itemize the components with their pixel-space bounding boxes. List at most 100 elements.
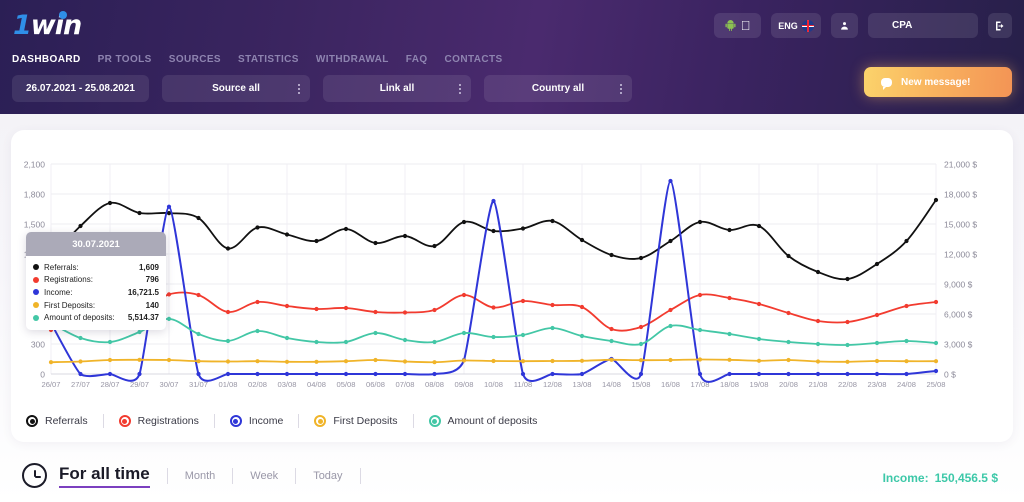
series-color-dot-icon bbox=[33, 302, 39, 309]
legend-marker-icon bbox=[428, 415, 441, 427]
chart-legend: Referrals Registrations Income First Deposi… bbox=[26, 408, 537, 434]
source-filter[interactable]: Source all bbox=[162, 75, 310, 102]
divider bbox=[359, 467, 361, 484]
data-point bbox=[432, 243, 437, 249]
x-axis-tick: 07/08 bbox=[395, 380, 414, 389]
data-point bbox=[432, 360, 437, 365]
data-point bbox=[579, 304, 585, 310]
legend-item-income[interactable]: Income bbox=[229, 415, 283, 427]
logout-button[interactable] bbox=[988, 13, 1012, 38]
country-filter[interactable]: Country all bbox=[484, 75, 632, 102]
data-point bbox=[314, 238, 319, 244]
x-axis-tick: 04/08 bbox=[307, 380, 326, 389]
period-week[interactable]: Week bbox=[250, 470, 278, 482]
data-point bbox=[874, 371, 880, 377]
data-point bbox=[373, 357, 378, 363]
data-point bbox=[668, 178, 673, 184]
legend-divider bbox=[102, 414, 104, 428]
main-nav: DASHBOARD PR TOOLS SOURCES STATISTICS WI… bbox=[12, 54, 503, 65]
data-point bbox=[78, 359, 83, 364]
legend-item-label: Registrations bbox=[137, 415, 199, 427]
nav-item-contacts[interactable]: CONTACTS bbox=[445, 54, 503, 65]
data-point bbox=[520, 226, 526, 231]
legend-marker-icon bbox=[26, 415, 38, 427]
legend-marker-icon bbox=[229, 415, 242, 427]
x-axis-tick: 23/08 bbox=[867, 380, 886, 389]
data-point bbox=[166, 316, 172, 321]
header-actions:  ENG CPA bbox=[714, 13, 1012, 38]
nav-item-faq[interactable]: FAQ bbox=[406, 54, 428, 65]
data-point bbox=[697, 219, 703, 225]
x-axis-tick: 13/08 bbox=[572, 380, 591, 389]
y-axis-right-tick: 21,000 $ bbox=[944, 160, 977, 170]
data-point bbox=[225, 371, 231, 377]
nav-item-withdrawal[interactable]: WITHDRAWAL bbox=[316, 54, 389, 65]
x-axis-tick: 09/08 bbox=[454, 380, 473, 389]
tooltip-row-value: 5,514.37 bbox=[127, 313, 159, 323]
legend-item-referrals[interactable]: Referrals bbox=[26, 415, 88, 427]
data-point bbox=[520, 332, 526, 338]
tooltip-row-label: Amount of deposits: bbox=[44, 313, 115, 323]
data-point bbox=[697, 292, 703, 298]
data-point bbox=[491, 305, 496, 310]
logo-word: win bbox=[30, 10, 82, 41]
app-download-button[interactable]:  bbox=[714, 13, 761, 38]
legend-item-amount-of-deposits[interactable]: Amount of deposits bbox=[428, 415, 537, 427]
data-point bbox=[196, 359, 201, 364]
data-point bbox=[343, 371, 349, 377]
nav-item-dashboard[interactable]: DASHBOARD bbox=[12, 54, 81, 65]
account-type-select[interactable]: CPA bbox=[868, 13, 978, 38]
source-filter-value: Source all bbox=[212, 83, 260, 94]
data-point bbox=[343, 339, 349, 345]
data-point bbox=[638, 341, 644, 347]
new-message-button[interactable]: New message! bbox=[864, 67, 1012, 97]
data-point bbox=[402, 371, 408, 377]
data-point bbox=[432, 339, 437, 345]
period-today[interactable]: Today bbox=[313, 470, 342, 482]
nav-item-sources[interactable]: SOURCES bbox=[169, 54, 221, 65]
data-point bbox=[107, 371, 113, 377]
series-line bbox=[50, 317, 937, 346]
period-for-all-time[interactable]: For all time bbox=[59, 464, 150, 488]
legend-item-registrations[interactable]: Registrations bbox=[118, 415, 199, 427]
data-point bbox=[727, 357, 732, 362]
legend-item-first-deposits[interactable]: First Deposits bbox=[314, 415, 398, 427]
clock-icon bbox=[22, 463, 47, 488]
period-controls: For all time Month Week Today bbox=[22, 463, 378, 488]
data-point bbox=[196, 292, 201, 298]
date-range-filter[interactable]: 26.07.2021 - 25.08.2021 bbox=[12, 75, 149, 102]
tooltip-row: Registrations: 796 bbox=[33, 274, 159, 287]
x-axis-tick: 24/08 bbox=[897, 380, 916, 389]
brand-logo[interactable]: 1win bbox=[13, 10, 93, 42]
series-registrations bbox=[48, 291, 939, 333]
y-axis-left-tick: 1,500 bbox=[24, 220, 46, 230]
income-label: Income: bbox=[882, 471, 929, 485]
more-options-icon bbox=[620, 83, 622, 94]
nav-item-pr-tools[interactable]: PR TOOLS bbox=[98, 54, 152, 65]
data-point bbox=[904, 359, 909, 364]
data-point bbox=[904, 238, 909, 244]
user-avatar-button[interactable] bbox=[831, 13, 858, 38]
legend-divider bbox=[298, 414, 300, 428]
site-header: 1win DASHBOARD PR TOOLS SOURCES STATISTI… bbox=[0, 0, 1024, 114]
exit-icon bbox=[996, 21, 1004, 30]
language-value: ENG bbox=[778, 20, 798, 31]
series-color-dot-icon bbox=[33, 264, 39, 271]
data-point bbox=[697, 357, 703, 362]
data-point bbox=[225, 309, 231, 315]
total-income: Income: 150,456.5 $ bbox=[883, 471, 998, 485]
data-point bbox=[815, 359, 821, 364]
data-point bbox=[874, 312, 880, 318]
period-month[interactable]: Month bbox=[185, 470, 216, 482]
language-selector[interactable]: ENG bbox=[771, 13, 821, 38]
x-axis-tick: 15/08 bbox=[631, 380, 650, 389]
more-options-icon bbox=[459, 83, 461, 94]
nav-item-statistics[interactable]: STATISTICS bbox=[238, 54, 299, 65]
link-filter[interactable]: Link all bbox=[323, 75, 471, 102]
new-message-label: New message! bbox=[901, 76, 971, 88]
data-point bbox=[727, 295, 732, 301]
data-point bbox=[933, 359, 939, 364]
android-icon bbox=[725, 20, 736, 31]
data-point bbox=[48, 360, 54, 365]
data-point bbox=[786, 339, 791, 345]
